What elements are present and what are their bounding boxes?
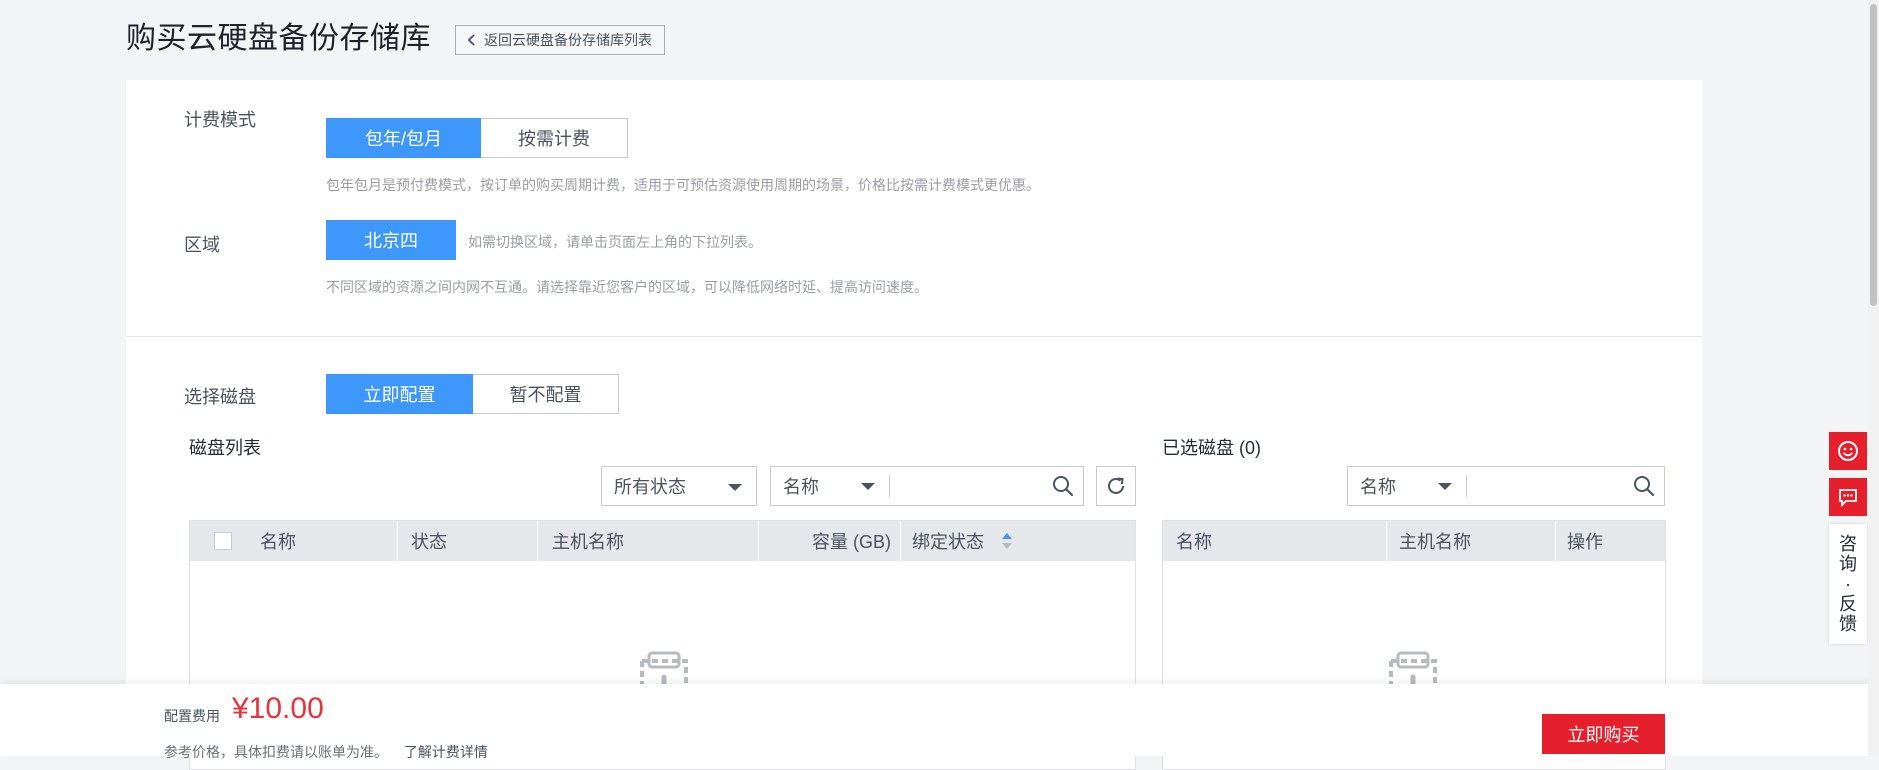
main-card: 计费模式 包年/包月 按需计费 包年包月是预付费模式，按订单的购买周期计费，适用… (126, 80, 1702, 770)
disk-list-search-field-select[interactable]: 名称 (771, 467, 889, 505)
disk-option-configure-now[interactable]: 立即配置 (326, 374, 473, 414)
page-scrollbar-thumb[interactable] (1870, 4, 1877, 306)
select-all-checkbox[interactable] (214, 532, 232, 550)
float-toolbar: 咨 询 · 反 馈 (1829, 432, 1867, 644)
config-fee-label: 配置费用 (164, 708, 220, 724)
billing-details-link[interactable]: 了解计费详情 (404, 744, 488, 760)
refresh-button[interactable] (1096, 466, 1136, 506)
selected-disks-search-field-select[interactable]: 名称 (1348, 467, 1466, 505)
status-filter-select[interactable]: 所有状态 (601, 466, 757, 506)
feedback-char: 询 (1839, 554, 1857, 574)
column-header-status: 状态 (411, 532, 447, 552)
column-separator (758, 521, 759, 561)
back-button-label: 返回云硬盘备份存储库列表 (484, 32, 652, 48)
billing-mode-segmented: 包年/包月 按需计费 (326, 118, 628, 158)
billing-mode-hint: 包年包月是预付费模式，按订单的购买周期计费，适用于可预估资源使用周期的场景，价格… (326, 177, 1040, 193)
chevron-left-icon (467, 34, 475, 46)
disk-list-search: 名称 (770, 466, 1084, 506)
region-label: 区域 (184, 235, 220, 255)
column-header-name: 名称 (1176, 532, 1212, 552)
caret-down-icon (728, 484, 742, 491)
selected-disks-search: 名称 (1347, 466, 1665, 506)
selected-disks-title: 已选磁盘 (0) (1162, 438, 1261, 458)
column-header-host-name: 主机名称 (1399, 532, 1471, 552)
column-header-capacity: 容量 (GB) (812, 532, 891, 552)
billing-option-pay-per-use[interactable]: 按需计费 (481, 118, 628, 158)
page-title: 购买云硬盘备份存储库 (126, 22, 431, 55)
disk-list-search-field-value: 名称 (783, 477, 819, 497)
checkout-bar: 配置费用 ¥10.00 参考价格，具体扣费请以账单为准。 了解计费详情 立即购买 (0, 684, 1868, 760)
search-icon (1634, 476, 1655, 497)
billing-option-yearly-monthly[interactable]: 包年/包月 (326, 118, 481, 158)
selected-disks-table-header: 名称 主机名称 操作 (1163, 521, 1665, 561)
disk-option-configure-later[interactable]: 暂不配置 (473, 374, 619, 414)
caret-down-icon (861, 483, 875, 490)
smile-button[interactable] (1829, 432, 1867, 470)
region-inline-hint: 如需切换区域，请单击页面左上角的下拉列表。 (468, 234, 762, 250)
disk-list-title: 磁盘列表 (189, 438, 261, 458)
select-disk-segmented: 立即配置 暂不配置 (326, 374, 619, 414)
buy-now-button[interactable]: 立即购买 (1542, 714, 1665, 754)
section-divider (126, 336, 1702, 337)
column-separator (1386, 521, 1387, 561)
column-header-actions: 操作 (1567, 532, 1603, 552)
refresh-icon (1108, 477, 1124, 494)
feedback-char: · (1845, 574, 1851, 594)
sort-icon[interactable] (1001, 532, 1013, 550)
feedback-char: 反 (1839, 594, 1857, 614)
status-filter-value: 所有状态 (614, 477, 686, 497)
fee-note-text: 参考价格，具体扣费请以账单为准。 (164, 744, 388, 760)
selected-disks-search-button[interactable] (1624, 467, 1664, 505)
smile-icon (1838, 441, 1858, 461)
column-separator (1555, 521, 1556, 561)
region-hint: 不同区域的资源之间内网不互通。请选择靠近您客户的区域，可以降低网络时延、提高访问… (326, 279, 928, 295)
feedback-char: 咨 (1839, 534, 1857, 554)
fee-note: 参考价格，具体扣费请以账单为准。 了解计费详情 (164, 742, 488, 762)
consult-feedback-tab[interactable]: 咨 询 · 反 馈 (1829, 524, 1867, 644)
column-separator (900, 521, 901, 561)
column-separator (397, 521, 398, 561)
column-header-name: 名称 (260, 532, 296, 552)
column-header-host-name: 主机名称 (552, 532, 624, 552)
column-header-bind-status[interactable]: 绑定状态 (912, 521, 984, 561)
back-to-list-button[interactable]: 返回云硬盘备份存储库列表 (455, 25, 665, 55)
feedback-char: 馈 (1839, 614, 1857, 634)
search-icon (1053, 476, 1074, 497)
select-disk-label: 选择磁盘 (184, 387, 256, 407)
selected-disks-search-input[interactable] (1467, 468, 1624, 504)
disk-list-search-button[interactable] (1043, 467, 1083, 505)
page-header: 购买云硬盘备份存储库 返回云硬盘备份存储库列表 (126, 16, 665, 62)
disk-list-table-header: 名称 状态 主机名称 容量 (GB) 绑定状态 (190, 521, 1135, 561)
column-separator (537, 521, 538, 561)
chat-button[interactable] (1829, 478, 1867, 516)
region-option-beijing4[interactable]: 北京四 (326, 220, 456, 260)
billing-mode-label: 计费模式 (184, 110, 256, 130)
region-segmented: 北京四 (326, 220, 456, 260)
disk-list-search-input[interactable] (890, 468, 1043, 504)
chat-icon (1839, 489, 1857, 508)
selected-disks-search-field-value: 名称 (1360, 477, 1396, 497)
config-fee-amount: ¥10.00 (232, 692, 324, 725)
caret-down-icon (1438, 483, 1452, 490)
